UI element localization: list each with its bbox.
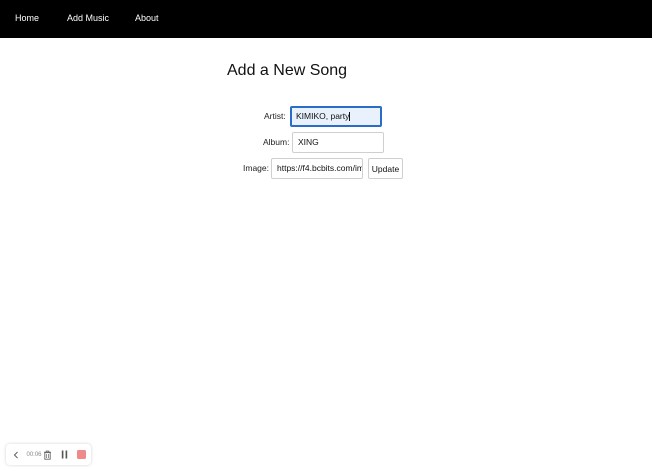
nav-home-link[interactable]: Home	[15, 13, 39, 23]
nav-about-link[interactable]: About	[135, 13, 159, 23]
pause-icon[interactable]	[59, 444, 69, 465]
stop-square	[76, 450, 86, 459]
image-input-value: https://f4.bcbits.com/img	[277, 163, 363, 173]
text-caret	[349, 112, 351, 122]
artist-input-value: KIMIKO, party	[296, 111, 350, 121]
artist-input[interactable]: KIMIKO, party	[290, 106, 382, 127]
album-input-value: XING	[298, 137, 319, 147]
album-input[interactable]: XING	[292, 132, 384, 153]
artist-label: Artist:	[264, 111, 286, 121]
recording-control-bar: 00:06	[6, 444, 91, 465]
image-url-input[interactable]: https://f4.bcbits.com/img	[271, 158, 363, 179]
page-title: Add a New Song	[227, 62, 348, 79]
nav-add-music-link[interactable]: Add Music	[67, 13, 109, 23]
top-navbar: Home Add Music About	[0, 0, 652, 38]
image-label: Image:	[243, 163, 269, 173]
stop-icon[interactable]	[75, 444, 87, 465]
chevron-left-icon[interactable]	[11, 444, 21, 465]
album-label: Album:	[263, 137, 290, 147]
trash-icon[interactable]	[42, 444, 52, 465]
update-button[interactable]: Update	[368, 158, 403, 179]
